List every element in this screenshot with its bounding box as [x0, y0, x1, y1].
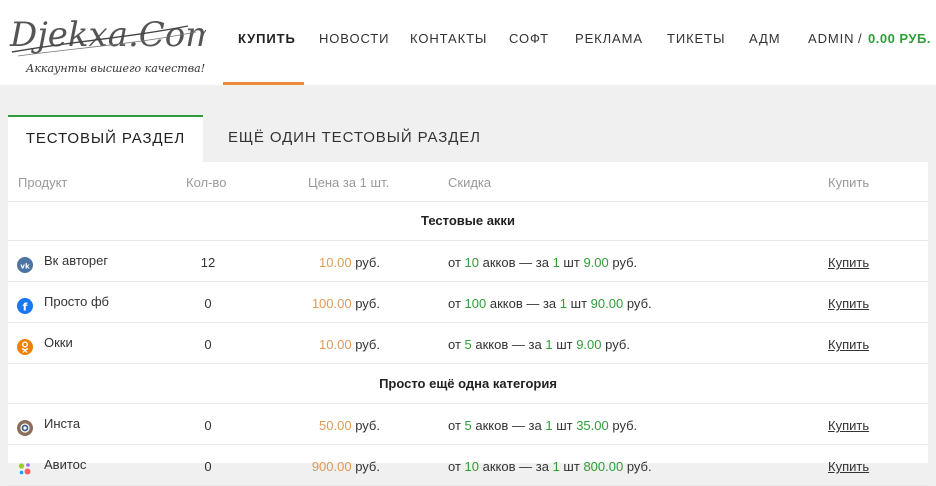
vk-icon: vk — [17, 257, 33, 273]
product-price: 900.00 руб. — [311, 459, 380, 474]
product-name: Просто фб — [44, 294, 109, 309]
instagram-icon — [17, 420, 33, 436]
product-name: Вк авторег — [44, 253, 109, 268]
product-qty: 0 — [204, 296, 212, 311]
svg-text:vk: vk — [20, 263, 30, 271]
nav-active-indicator — [223, 82, 304, 85]
nav-user-account[interactable]: ADMIN — [808, 31, 854, 46]
col-qty-header: Кол-во — [186, 175, 227, 190]
product-name: Окки — [44, 335, 73, 350]
product-table: Продукт Кол-во Цена за 1 шт. Скидка Купи… — [8, 162, 928, 486]
facebook-icon: f — [17, 298, 33, 314]
table-row: f Просто фб 0 100.00 руб. от 100 акков —… — [8, 282, 928, 323]
site-header: Djekxa.Com Аккаунты высшего качества! КУ… — [0, 0, 936, 85]
col-discount-header: Скидка — [448, 175, 492, 190]
product-name: Инста — [44, 416, 81, 431]
product-qty: 0 — [204, 418, 212, 433]
logo-mark: Djekxa.Com Аккаунты высшего качества! — [9, 15, 218, 75]
product-price: 50.00 руб. — [319, 418, 380, 433]
nav-news[interactable]: НОВОСТИ — [319, 31, 389, 46]
product-discount: от 100 акков — за 1 шт 90.00 руб. — [448, 296, 652, 311]
table-row: Авитос 0 900.00 руб. от 10 акков — за 1 … — [8, 445, 928, 486]
odnoklassniki-icon — [17, 339, 33, 355]
product-discount: от 10 акков — за 1 шт 800.00 руб. — [448, 459, 652, 474]
avito-icon — [17, 461, 33, 477]
nav-ads[interactable]: РЕКЛАМА — [575, 31, 643, 46]
buy-link[interactable]: Купить — [828, 459, 869, 474]
product-discount: от 10 акков — за 1 шт 9.00 руб. — [448, 255, 638, 270]
nav-buy[interactable]: КУПИТЬ — [238, 31, 296, 46]
nav-contacts[interactable]: КОНТАКТЫ — [410, 31, 487, 46]
category-row: Просто ещё одна категория — [8, 364, 928, 404]
logo-brand: Djekxa.Com — [9, 15, 206, 55]
category-row: Тестовые акки — [8, 201, 928, 241]
buy-link[interactable]: Купить — [828, 418, 869, 433]
table-row: vk Вк авторег 12 10.00 руб. от 10 акков … — [8, 241, 928, 282]
product-price: 100.00 руб. — [311, 296, 380, 311]
product-discount: от 5 акков — за 1 шт 9.00 руб. — [448, 337, 630, 352]
balance-separator: / — [858, 31, 862, 46]
product-qty: 12 — [200, 255, 216, 270]
col-buy-header: Купить — [828, 175, 870, 190]
buy-link[interactable]: Купить — [828, 255, 869, 270]
tab-test-section[interactable]: ТЕСТОВЫЙ РАЗДЕЛ — [8, 115, 203, 162]
product-price: 10.00 руб. — [319, 255, 380, 270]
product-qty: 0 — [204, 459, 212, 474]
section-tabs: ТЕСТОВЫЙ РАЗДЕЛ ЕЩЁ ОДИН ТЕСТОВЫЙ РАЗДЕЛ — [8, 115, 928, 162]
site-logo[interactable]: Djekxa.Com Аккаунты высшего качества! — [6, 8, 218, 82]
table-header: Продукт Кол-во Цена за 1 шт. Скидка Купи… — [8, 162, 928, 202]
logo-tagline: Аккаунты высшего качества! — [25, 62, 205, 75]
product-name: Авитос — [44, 457, 87, 472]
table-row: Инста 0 50.00 руб. от 5 акков — за 1 шт … — [8, 404, 928, 445]
nav-soft[interactable]: СОФТ — [509, 31, 549, 46]
product-qty: 0 — [204, 337, 212, 352]
col-price-header: Цена за 1 шт. — [308, 175, 390, 190]
product-discount: от 5 акков — за 1 шт 35.00 руб. — [448, 418, 638, 433]
product-price: 10.00 руб. — [319, 337, 380, 352]
col-product-header: Продукт — [18, 175, 68, 190]
nav-tickets[interactable]: ТИКЕТЫ — [667, 31, 725, 46]
table-row: Окки 0 10.00 руб. от 5 акков — за 1 шт 9… — [8, 323, 928, 364]
svg-text:f: f — [23, 301, 28, 314]
tab-another-test-section[interactable]: ЕЩЁ ОДИН ТЕСТОВЫЙ РАЗДЕЛ — [228, 115, 481, 162]
user-balance: 0.00 РУБ. — [868, 31, 931, 46]
buy-link[interactable]: Купить — [828, 296, 869, 311]
nav-admin-panel[interactable]: АДМ — [749, 31, 780, 46]
buy-link[interactable]: Купить — [828, 337, 869, 352]
